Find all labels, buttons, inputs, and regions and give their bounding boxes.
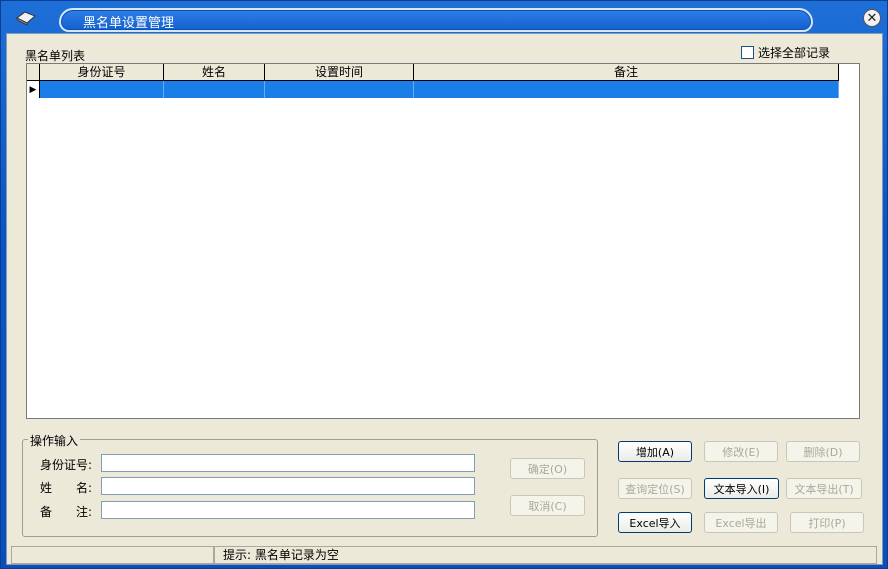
cell-name[interactable] bbox=[164, 81, 265, 98]
app-icon bbox=[16, 11, 36, 26]
input-group-label: 操作输入 bbox=[28, 432, 81, 449]
checkbox-icon[interactable] bbox=[741, 46, 754, 59]
note-field[interactable] bbox=[101, 501, 475, 519]
select-all-checkbox[interactable]: 选择全部记录 bbox=[741, 44, 830, 61]
id-field[interactable] bbox=[101, 454, 475, 472]
cell-time[interactable] bbox=[265, 81, 414, 98]
row-indicator-icon: ▶ bbox=[27, 81, 40, 98]
add-button[interactable]: 增加(A) bbox=[618, 441, 692, 462]
column-header-name[interactable]: 姓名 bbox=[164, 64, 265, 81]
status-bar: 提示: 黑名单记录为空 bbox=[11, 546, 877, 564]
note-label: 备 注: bbox=[40, 505, 93, 519]
close-icon: ✕ bbox=[866, 10, 878, 26]
excel-import-button[interactable]: Excel导入 bbox=[618, 512, 692, 533]
delete-button[interactable]: 删除(D) bbox=[786, 441, 860, 462]
table-row[interactable]: ▶ bbox=[27, 81, 839, 98]
list-label: 黑名单列表 bbox=[25, 49, 86, 63]
column-header-time[interactable]: 设置时间 bbox=[265, 64, 414, 81]
main-window: 黑名单设置管理 ✕ 黑名单列表 选择全部记录 身份证号 姓名 设置时间 备注 ▶… bbox=[0, 0, 888, 569]
query-button[interactable]: 查询定位(S) bbox=[618, 478, 692, 499]
excel-export-button[interactable]: Excel导出 bbox=[704, 512, 778, 533]
window-title: 黑名单设置管理 bbox=[83, 16, 175, 31]
select-all-label: 选择全部记录 bbox=[758, 46, 831, 60]
column-header-note[interactable]: 备注 bbox=[414, 64, 839, 81]
status-pane-left bbox=[11, 546, 214, 564]
modify-button[interactable]: 修改(E) bbox=[704, 441, 778, 462]
confirm-button[interactable]: 确定(O) bbox=[510, 458, 585, 479]
close-button[interactable]: ✕ bbox=[863, 9, 881, 27]
table-header: 身份证号 姓名 设置时间 备注 bbox=[27, 64, 839, 81]
status-hint: 提示: 黑名单记录为空 bbox=[214, 546, 877, 564]
column-header-id[interactable]: 身份证号 bbox=[40, 64, 164, 81]
text-import-button[interactable]: 文本导入(I) bbox=[704, 478, 779, 499]
name-label: 姓 名: bbox=[40, 481, 93, 495]
header-corner bbox=[27, 64, 40, 81]
cell-id[interactable] bbox=[40, 81, 164, 98]
text-export-button[interactable]: 文本导出(T) bbox=[786, 478, 862, 499]
name-field[interactable] bbox=[101, 477, 475, 495]
id-label: 身份证号: bbox=[40, 458, 93, 472]
blacklist-table[interactable]: 身份证号 姓名 设置时间 备注 ▶ bbox=[26, 63, 860, 419]
title-bar[interactable]: 黑名单设置管理 ✕ bbox=[1, 1, 887, 35]
cancel-button[interactable]: 取消(C) bbox=[510, 495, 585, 516]
print-button[interactable]: 打印(P) bbox=[790, 512, 864, 533]
cell-note[interactable] bbox=[414, 81, 839, 98]
